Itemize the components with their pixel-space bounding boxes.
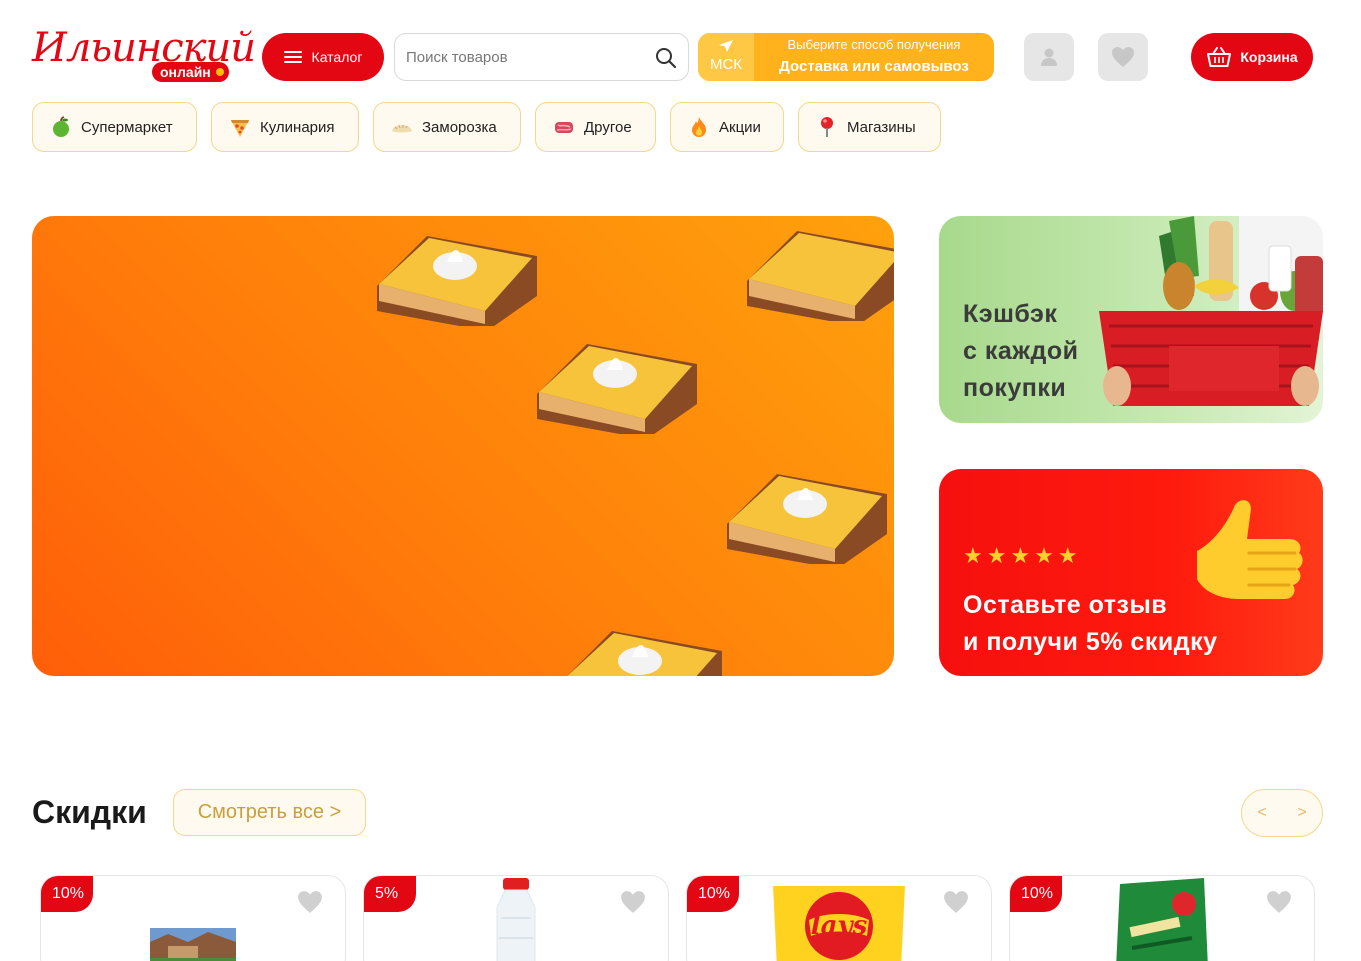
category-chip-other[interactable]: Другое [535,102,656,152]
catalog-button[interactable]: Каталог [262,33,384,81]
pizza-slice-icon [231,120,249,137]
category-label: Кулинария [260,118,335,136]
favorites-button[interactable] [1098,33,1148,81]
catalog-label: Каталог [311,49,363,65]
delivery-action: Доставка или самовывоз [779,58,969,75]
category-chip-promotions[interactable]: Акции [670,102,784,152]
heart-icon[interactable] [297,890,323,914]
city-selector[interactable]: МСК [698,33,754,81]
cart-label: Корзина [1240,49,1298,65]
cashback-banner[interactable]: Кэшбэк с каждой покупки [939,216,1323,423]
discount-badge: 5% [364,876,416,912]
water-bottle-product [496,878,536,961]
heart-icon[interactable] [943,890,969,914]
product-card[interactable]: 10% lays [686,875,992,961]
review-line: Оставьте отзыв [963,591,1168,619]
search-input[interactable] [406,34,646,80]
user-icon [1041,48,1057,66]
category-label: Заморозка [422,118,497,136]
product-card[interactable]: 5% [363,875,669,961]
discount-badge: 10% [41,876,93,912]
fire-icon [692,117,706,137]
pie-slice-image [747,231,894,321]
city-label: МСК [709,56,743,73]
slider-next-button[interactable]: > [1291,804,1312,822]
tea-pack-product [1116,878,1208,961]
cashback-line: с каждой [963,337,1079,365]
location-arrow-icon [719,40,733,52]
slider-nav: < > [1241,789,1323,837]
delivery-hint: Выберите способ получения [787,37,961,52]
review-text: Оставьте отзыв и получи 5% скидку [963,587,1218,661]
cashback-text: Кэшбэк с каждой покупки [963,296,1079,407]
green-apple-icon [53,116,69,137]
category-label: Магазины [847,118,916,136]
discounts-title: Скидки [32,794,147,830]
heart-icon[interactable] [1266,890,1292,914]
main-promo-banner[interactable] [32,216,894,676]
category-label: Другое [584,118,632,136]
slider-prev-button[interactable]: < [1251,804,1272,822]
milk-carton-product [150,928,236,961]
svg-text:lays: lays [811,911,868,941]
category-chip-frozen[interactable]: Заморозка [373,102,521,152]
logo-badge: онлайн [152,62,229,82]
header: Ильинский онлайн Каталог МСК Выберите сп… [0,0,1361,100]
category-chip-culinary[interactable]: Кулинария [211,102,359,152]
discount-badge: 10% [687,876,739,912]
pie-slice-image [377,236,537,326]
category-label: Акции [719,118,761,136]
map-pin-icon [821,117,833,137]
cashback-line: покупки [963,374,1067,402]
profile-button[interactable] [1024,33,1074,81]
pie-slice-image [727,474,887,564]
dumpling-icon [392,124,412,133]
basket-icon [1207,47,1232,67]
meat-icon [555,122,573,133]
heart-icon[interactable] [620,890,646,914]
lays-chips-product: lays [773,886,905,961]
thumbs-up-icon [1197,500,1303,599]
cart-button[interactable]: Корзина [1191,33,1313,81]
search-icon[interactable] [654,46,678,70]
heart-icon [1112,47,1134,67]
rating-stars: ★★★★★ [963,543,1082,568]
menu-icon [283,51,302,63]
discount-badge: 10% [1010,876,1062,912]
logo-badge-text: онлайн [160,64,211,80]
delivery-selector[interactable]: МСК Выберите способ получения Доставка и… [698,33,994,81]
review-line: и получи 5% скидку [963,628,1218,656]
cashback-line: Кэшбэк [963,300,1058,328]
pie-slice-image [567,631,722,676]
review-discount-banner[interactable]: ★★★★★ Оставьте отзыв и получи 5% скидку [939,469,1323,676]
see-all-button[interactable]: Смотреть все > [173,789,366,836]
category-label: Супермаркет [81,118,173,136]
product-card[interactable]: 10% [40,875,346,961]
pie-slice-image [537,344,697,434]
product-card[interactable]: 10% [1009,875,1315,961]
search-box [394,33,689,81]
category-chip-supermarket[interactable]: Супермаркет [32,102,197,152]
grocery-basket-image [1099,216,1323,406]
category-chip-stores[interactable]: Магазины [798,102,941,152]
logo-dot [215,68,224,76]
logo[interactable]: Ильинский онлайн [32,26,256,86]
